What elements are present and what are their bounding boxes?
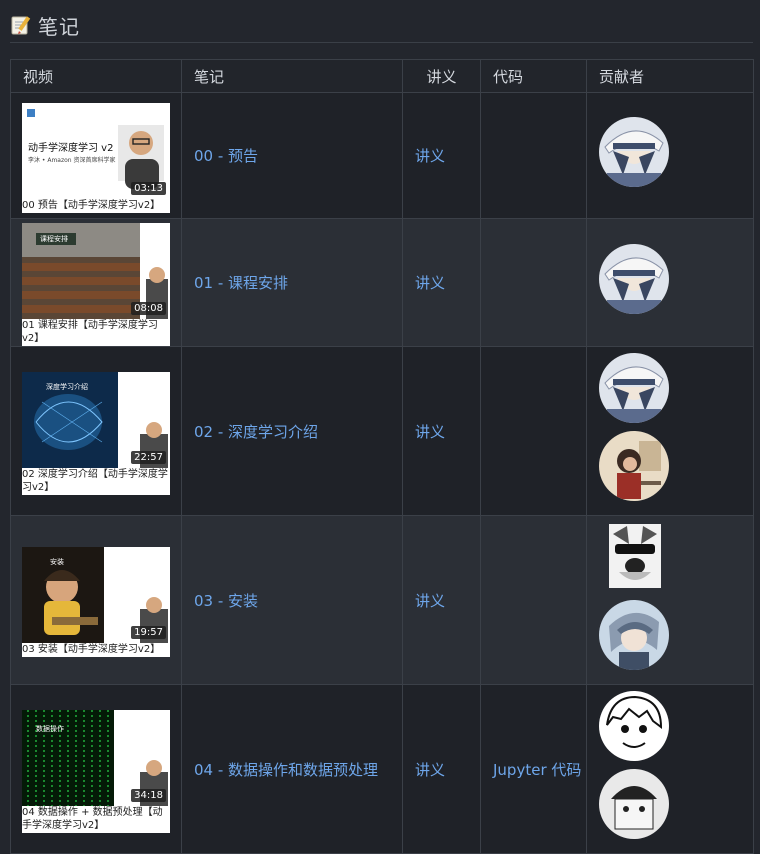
contributor-avatar[interactable] [599, 353, 669, 423]
lecture-link[interactable]: 讲义 [402, 218, 481, 347]
note-link[interactable]: 02 - 深度学习介绍 [181, 346, 403, 516]
code-link[interactable]: Jupyter 代码 [480, 684, 587, 854]
video-duration: 08:08 [131, 302, 166, 315]
lecture-link[interactable]: 讲义 [402, 346, 481, 516]
thumb-title: 动手学深度学习 v2 [28, 142, 114, 154]
contributors-cell [586, 346, 754, 516]
video-cell: 数据操作 34:18 04 数据操作 + 数据预处理【动手学深度学习v2】 [10, 684, 182, 854]
page-title: 笔记 [38, 14, 80, 39]
code-cell [480, 218, 587, 347]
code-cell [480, 346, 587, 516]
notes-table: 视频 笔记 讲义 代码 贡献者 动手学深度学习 v2 李沐 • Amazon 资… [10, 59, 754, 854]
video-thumbnail[interactable]: 数据操作 34:18 [22, 709, 170, 806]
video-cell: 课程安排 08:08 01 课程安排【动手学深度学习v2】 [10, 218, 182, 347]
note-link[interactable]: 01 - 课程安排 [181, 218, 403, 347]
video-thumbnail[interactable]: 深度学习介绍 22:57 [22, 371, 170, 468]
contributor-avatar[interactable] [599, 243, 669, 314]
video-duration: 22:57 [131, 450, 166, 464]
contributor-avatar[interactable] [599, 522, 669, 592]
video-caption[interactable]: 02 深度学习介绍【动手学深度学习v2】 [22, 467, 170, 495]
lecture-link[interactable]: 讲义 [402, 92, 481, 219]
video-thumbnail[interactable]: 安装 19:57 [22, 547, 170, 643]
code-cell [480, 92, 587, 219]
video-caption[interactable]: 04 数据操作 + 数据预处理【动手学深度学习v2】 [22, 805, 170, 833]
video-caption[interactable]: 00 预告【动手学深度学习v2】 [22, 198, 170, 213]
header-lecture: 讲义 [402, 59, 481, 93]
video-duration: 03:13 [131, 181, 166, 195]
table-row: 深度学习介绍 22:57 02 深度学习介绍【动手学深度学习v2】 02 - 深… [10, 346, 754, 516]
contributor-avatar[interactable] [599, 431, 669, 501]
thumb-title: 深度学习介绍 [46, 382, 88, 391]
table-row: 安装 19:57 03 安装【动手学深度学习v2】 03 - 安装 讲义 [10, 515, 754, 685]
contributor-avatar[interactable] [599, 769, 669, 839]
thumb-title: 安装 [50, 558, 64, 566]
header-note: 笔记 [181, 59, 403, 93]
note-link[interactable]: 03 - 安装 [181, 515, 403, 685]
table-row: 课程安排 08:08 01 课程安排【动手学深度学习v2】 01 - 课程安排 … [10, 218, 754, 347]
contributor-avatar[interactable] [599, 116, 669, 187]
contributors-cell [586, 92, 754, 219]
memo-icon [10, 14, 32, 36]
thumb-subtitle: 李沐 • Amazon 资深首席科学家 [28, 156, 116, 164]
table-row: 数据操作 34:18 04 数据操作 + 数据预处理【动手学深度学习v2】 04… [10, 684, 754, 854]
note-link[interactable]: 00 - 预告 [181, 92, 403, 219]
video-cell: 深度学习介绍 22:57 02 深度学习介绍【动手学深度学习v2】 [10, 346, 182, 516]
video-thumbnail[interactable]: 课程安排 08:08 [22, 223, 170, 319]
contributors-cell [586, 684, 754, 854]
note-link[interactable]: 04 - 数据操作和数据预处理 [181, 684, 403, 854]
contributors-cell [586, 515, 754, 685]
video-thumbnail[interactable]: 动手学深度学习 v2 李沐 • Amazon 资深首席科学家 03:13 [22, 102, 170, 199]
contributor-avatar[interactable] [599, 691, 669, 761]
video-cell: 安装 19:57 03 安装【动手学深度学习v2】 [10, 515, 182, 685]
lecture-link[interactable]: 讲义 [402, 515, 481, 685]
thumb-title: 课程安排 [40, 235, 68, 243]
lecture-link[interactable]: 讲义 [402, 684, 481, 854]
table-header-row: 视频 笔记 讲义 代码 贡献者 [10, 59, 754, 93]
header-code: 代码 [480, 59, 587, 93]
video-caption[interactable]: 01 课程安排【动手学深度学习v2】 [22, 319, 170, 346]
video-cell: 动手学深度学习 v2 李沐 • Amazon 资深首席科学家 03:13 00 … [10, 92, 182, 219]
thumb-title: 数据操作 [36, 724, 64, 733]
header-video: 视频 [10, 59, 182, 93]
video-caption[interactable]: 03 安装【动手学深度学习v2】 [22, 643, 170, 657]
page-header: 笔记 [10, 8, 753, 43]
table-row: 动手学深度学习 v2 李沐 • Amazon 资深首席科学家 03:13 00 … [10, 92, 754, 219]
contributors-cell [586, 218, 754, 347]
video-duration: 19:57 [131, 626, 166, 639]
contributor-avatar[interactable] [599, 600, 669, 670]
header-contributors: 贡献者 [586, 59, 754, 93]
code-cell [480, 515, 587, 685]
